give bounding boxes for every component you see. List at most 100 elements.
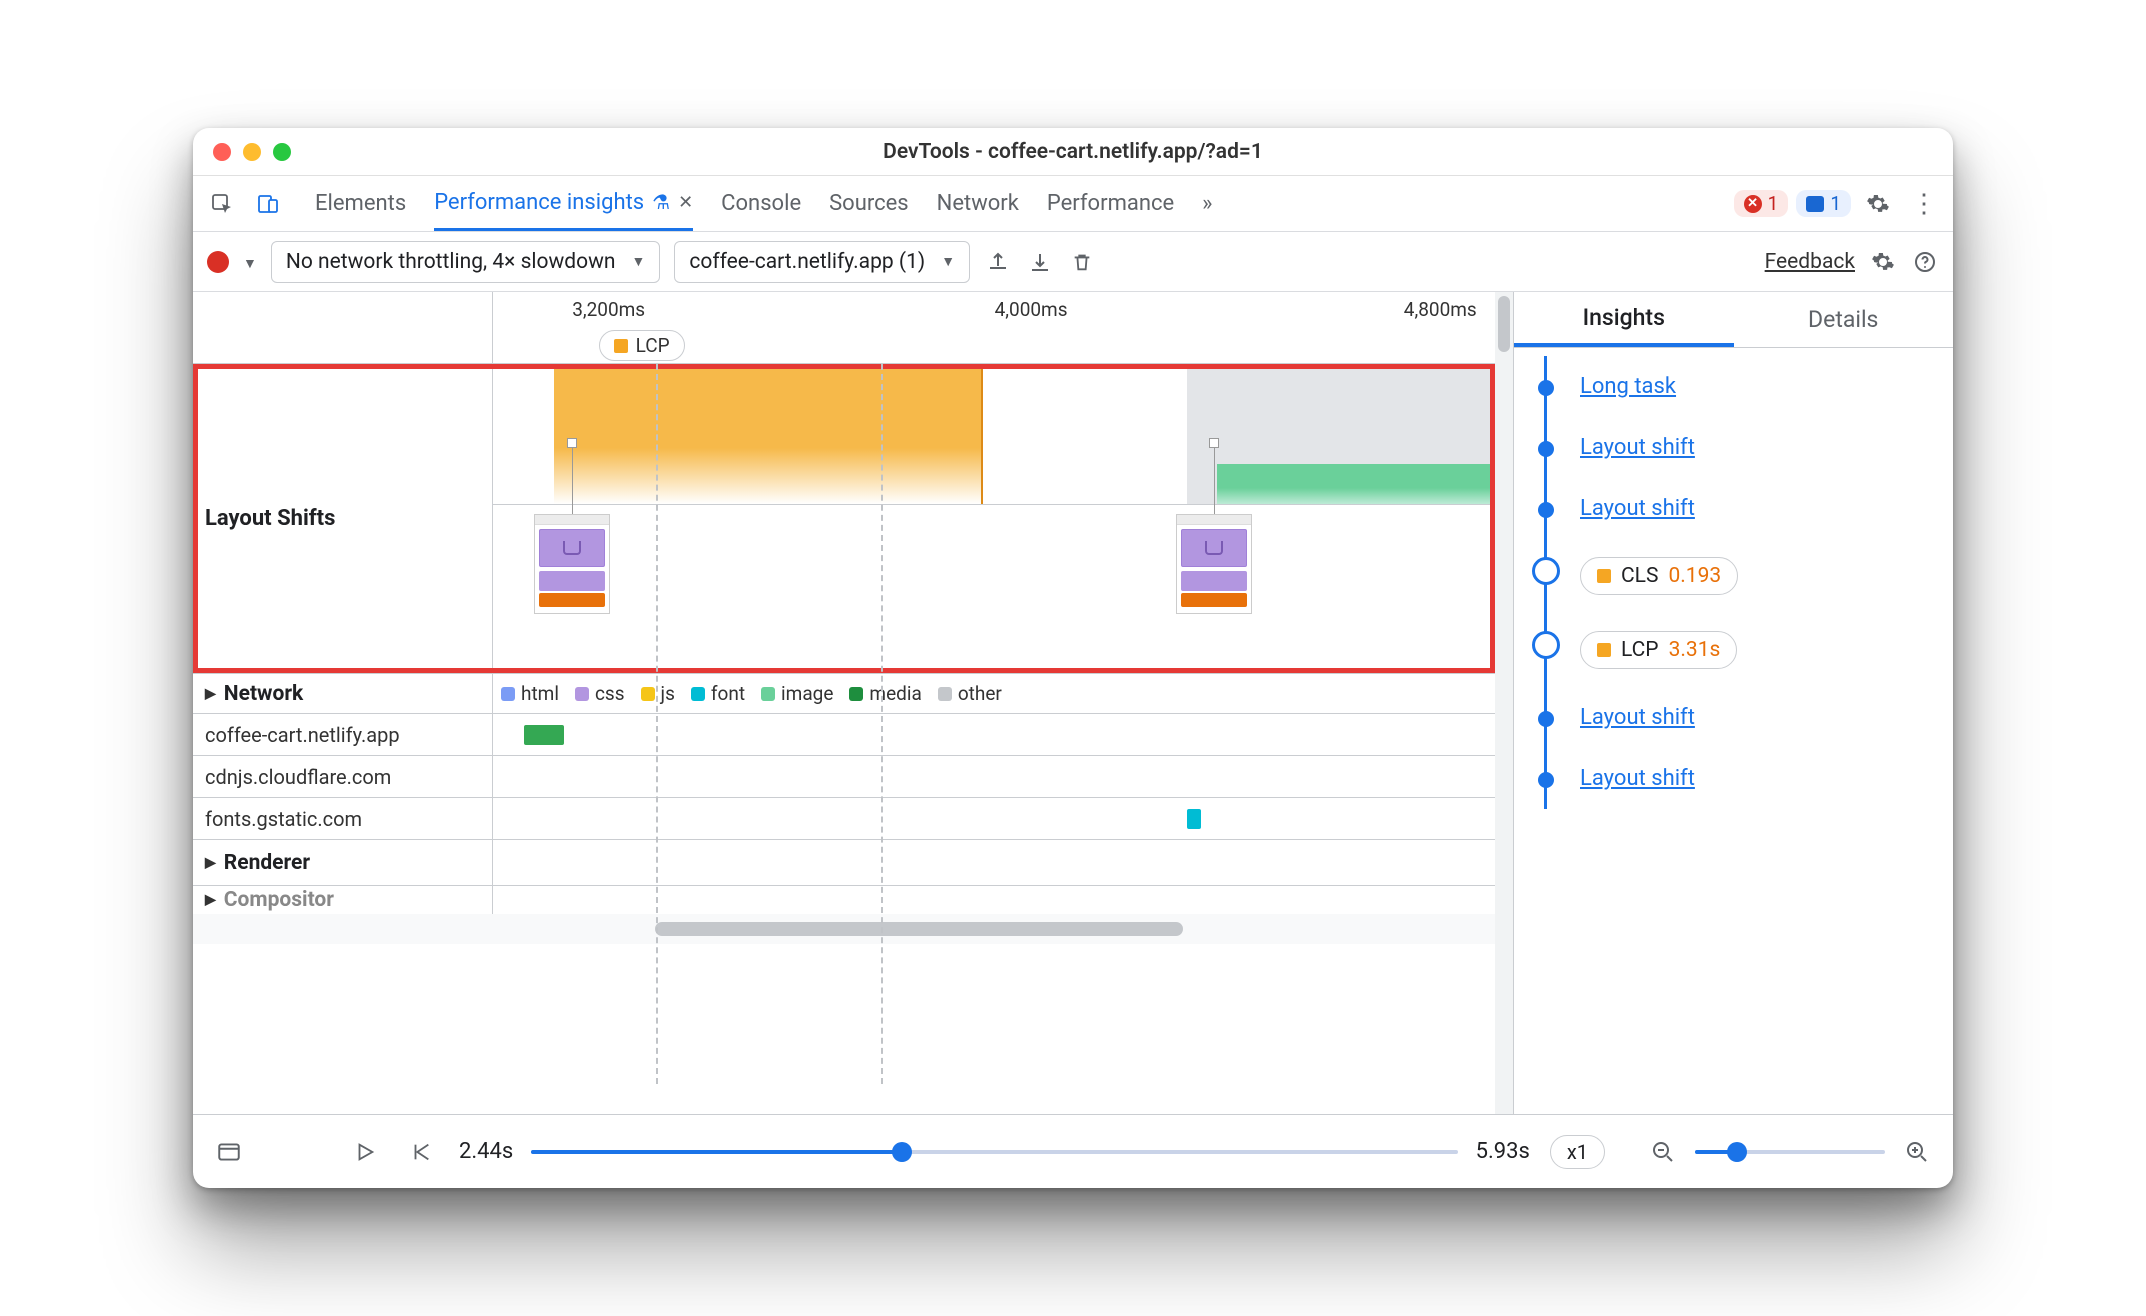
zoom-controls — [1645, 1134, 1935, 1170]
panel-settings-icon[interactable] — [1869, 248, 1897, 276]
range-end: 5.93s — [1476, 1139, 1530, 1164]
range-start: 2.44s — [459, 1139, 513, 1164]
insights-list[interactable]: Long task Layout shift Layout shift CLS 0.… — [1514, 348, 1953, 1114]
zoom-in-icon[interactable] — [1899, 1134, 1935, 1170]
export-icon[interactable] — [984, 248, 1012, 276]
inspect-element-icon[interactable] — [203, 185, 241, 223]
help-icon[interactable] — [1911, 248, 1939, 276]
image-block[interactable] — [1217, 464, 1492, 504]
lcp-block[interactable] — [554, 364, 982, 504]
tab-console[interactable]: Console — [721, 176, 801, 231]
time-tick: 4,800ms — [1404, 298, 1477, 321]
time-range: 2.44s 5.93s — [459, 1139, 1530, 1164]
disclosure-triangle-icon[interactable]: ▶ — [205, 686, 216, 702]
network-request-bar[interactable] — [1187, 809, 1201, 829]
network-host-label: coffee-cart.netlify.app — [193, 714, 493, 755]
network-host-label: cdnjs.cloudflare.com — [193, 756, 493, 797]
device-toolbar-icon[interactable] — [249, 185, 287, 223]
record-button[interactable] — [207, 251, 229, 273]
insight-link[interactable]: Layout shift — [1580, 496, 1695, 521]
compositor-track[interactable]: ▶ Compositor — [193, 886, 1513, 914]
tab-elements[interactable]: Elements — [315, 176, 406, 231]
network-row[interactable]: coffee-cart.netlify.app — [193, 714, 1513, 756]
more-tabs-icon[interactable]: » — [1202, 191, 1212, 216]
tab-performance-insights[interactable]: Performance insights ⚗ ✕ — [434, 176, 693, 231]
network-request-bar[interactable] — [524, 725, 565, 745]
insight-link[interactable]: Layout shift — [1580, 705, 1695, 730]
network-track-header[interactable]: ▶ Network html css js font image media o… — [193, 674, 1513, 714]
delete-icon[interactable] — [1068, 248, 1096, 276]
recording-toolbar: ▼ No network throttling, 4× slowdown▼ co… — [193, 232, 1953, 292]
more-options-icon[interactable]: ⋮ — [1905, 185, 1943, 223]
recording-select[interactable]: coffee-cart.netlify.app (1)▼ — [674, 241, 970, 283]
insight-metric[interactable]: LCP 3.31s — [1532, 613, 1935, 687]
layout-shift-thumbnail[interactable] — [534, 514, 610, 614]
guide-line — [656, 364, 658, 1084]
zoom-slider[interactable] — [1695, 1140, 1885, 1164]
disclosure-triangle-icon[interactable]: ▶ — [205, 892, 216, 908]
layout-shifts-label: Layout Shifts — [193, 364, 493, 673]
insight-link-row[interactable]: Long task — [1532, 356, 1935, 417]
import-icon[interactable] — [1026, 248, 1054, 276]
playback-bar: 2.44s 5.93s x1 — [193, 1114, 1953, 1188]
metric-swatch — [1597, 569, 1611, 583]
renderer-track[interactable]: ▶ Renderer — [193, 840, 1513, 886]
insight-link-row[interactable]: Layout shift — [1532, 417, 1935, 478]
network-legend: html css js font image media other — [493, 682, 1513, 705]
throttling-select[interactable]: No network throttling, 4× slowdown▼ — [271, 241, 660, 283]
time-ruler[interactable]: LCP 3,200ms 4,000ms 4,800ms — [193, 292, 1513, 364]
feedback-link[interactable]: Feedback — [1765, 250, 1855, 274]
insight-link[interactable]: Layout shift — [1580, 766, 1695, 791]
insight-link-row[interactable]: Layout shift — [1532, 748, 1935, 809]
metric-pill[interactable]: LCP 3.31s — [1580, 631, 1737, 669]
main-area: LCP 3,200ms4,000ms4,800ms Layout Shifts … — [193, 292, 1953, 1114]
titlebar: DevTools - coffee-cart.netlify.app/?ad=1 — [193, 128, 1953, 176]
network-row[interactable]: cdnjs.cloudflare.com — [193, 756, 1513, 798]
error-count-badge[interactable]: ✕ 1 — [1734, 190, 1789, 217]
insight-link-row[interactable]: Layout shift — [1532, 478, 1935, 539]
zoom-out-icon[interactable] — [1645, 1134, 1681, 1170]
tab-network[interactable]: Network — [937, 176, 1019, 231]
panel-tabs: Elements Performance insights ⚗ ✕ Consol… — [315, 176, 1212, 231]
vertical-scrollbar[interactable] — [1495, 292, 1513, 1114]
insight-link-row[interactable]: Layout shift — [1532, 687, 1935, 748]
time-tick: 4,000ms — [995, 298, 1068, 321]
window-title: DevTools - coffee-cart.netlify.app/?ad=1 — [193, 140, 1953, 164]
network-host-label: fonts.gstatic.com — [193, 798, 493, 839]
tab-details[interactable]: Details — [1734, 292, 1954, 347]
horizontal-scrollbar[interactable] — [193, 914, 1513, 944]
guide-line — [881, 364, 883, 1084]
tab-insights[interactable]: Insights — [1514, 292, 1734, 347]
settings-icon[interactable] — [1859, 185, 1897, 223]
playback-speed-pill[interactable]: x1 — [1550, 1135, 1605, 1169]
insight-link[interactable]: Layout shift — [1580, 435, 1695, 460]
metric-swatch — [1597, 643, 1611, 657]
close-tab-icon[interactable]: ✕ — [678, 192, 693, 213]
insight-metric[interactable]: CLS 0.193 — [1532, 539, 1935, 613]
rewind-icon[interactable] — [403, 1134, 439, 1170]
layout-shift-thumbnail[interactable] — [1176, 514, 1252, 614]
sidebar-panel: Insights Details Long task Layout shift La… — [1513, 292, 1953, 1114]
time-tick: 3,200ms — [572, 298, 645, 321]
insight-link[interactable]: Long task — [1580, 374, 1676, 399]
metric-pill[interactable]: CLS 0.193 — [1580, 557, 1738, 595]
layout-shifts-track[interactable]: Layout Shifts — [193, 364, 1513, 674]
timeline-panel: LCP 3,200ms4,000ms4,800ms Layout Shifts … — [193, 292, 1513, 1114]
metric-value: 0.193 — [1668, 564, 1721, 588]
tab-performance[interactable]: Performance — [1047, 176, 1174, 231]
message-icon — [1806, 196, 1824, 212]
record-options-dropdown[interactable]: ▼ — [243, 250, 257, 274]
lcp-marker-pill[interactable]: LCP — [599, 330, 685, 361]
toggle-overview-icon[interactable] — [211, 1134, 247, 1170]
lcp-color-swatch — [614, 339, 628, 353]
flask-icon: ⚗ — [652, 190, 670, 214]
metric-name: LCP — [1621, 638, 1659, 662]
network-row[interactable]: fonts.gstatic.com — [193, 798, 1513, 840]
disclosure-triangle-icon[interactable]: ▶ — [205, 855, 216, 871]
tab-sources[interactable]: Sources — [829, 176, 909, 231]
devtools-window: DevTools - coffee-cart.netlify.app/?ad=1… — [193, 128, 1953, 1188]
message-count-badge[interactable]: 1 — [1796, 190, 1851, 217]
main-tabs-row: Elements Performance insights ⚗ ✕ Consol… — [193, 176, 1953, 232]
time-slider[interactable] — [531, 1140, 1457, 1164]
play-icon[interactable] — [347, 1134, 383, 1170]
